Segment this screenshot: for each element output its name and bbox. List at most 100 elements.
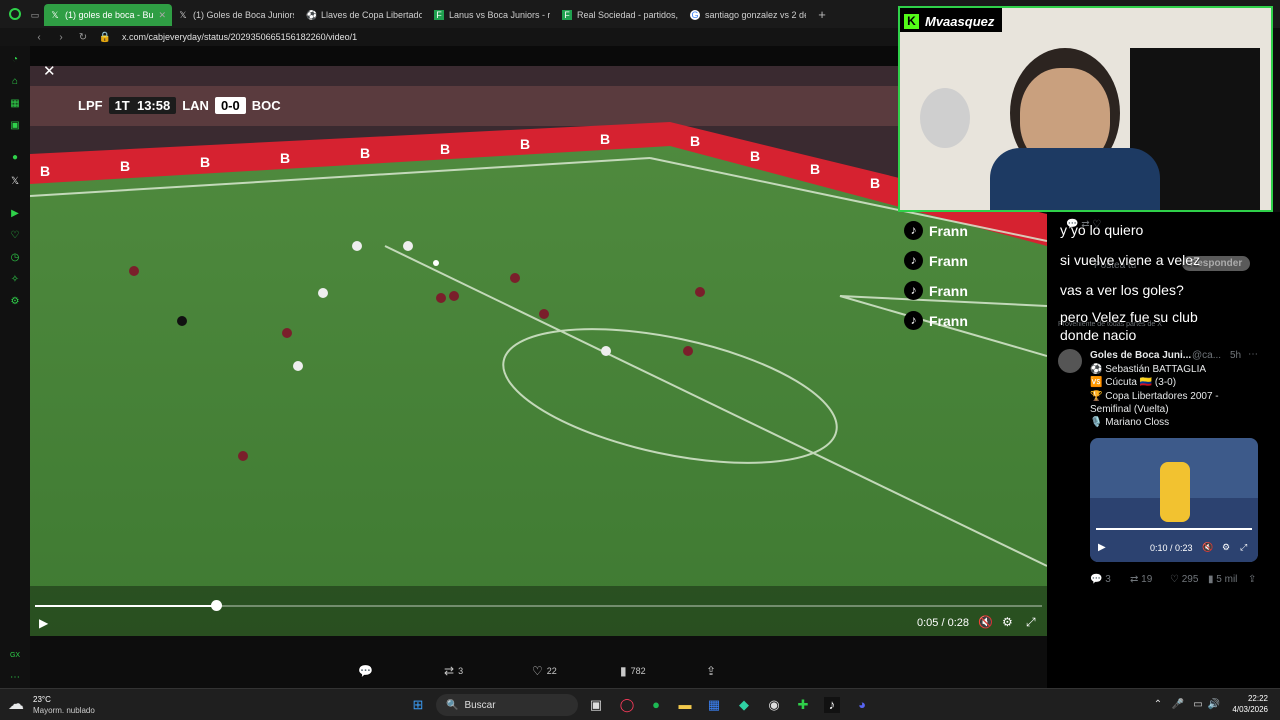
app-icon[interactable]: ◆	[736, 697, 752, 713]
views-button[interactable]: ▮ 782	[620, 664, 646, 678]
gx-corner-icon[interactable]: ⌂	[9, 76, 21, 88]
tweet-author[interactable]: Goles de Boca Juni...	[1090, 350, 1191, 361]
search-icon: 🔍	[446, 699, 459, 711]
progress-handle[interactable]	[211, 600, 223, 611]
chat-message: vas a ver los goles?	[1060, 282, 1184, 298]
tweet-line: 🏆 Copa Libertadores 2007 -	[1090, 391, 1219, 402]
video-player[interactable]: BBBB BBBB BBBB ✕ LPF 1T 13:58 LAN 0-0 BO…	[30, 46, 1047, 636]
svg-text:B: B	[810, 161, 820, 177]
tweet-retweets[interactable]: ⇄ 19	[1130, 574, 1152, 585]
svg-text:B: B	[870, 175, 880, 191]
play-icon[interactable]: ▶	[39, 616, 48, 630]
clock-time[interactable]: 22:22	[1228, 694, 1268, 703]
weather-desc[interactable]: Mayorm. nublado	[33, 706, 95, 715]
avatar[interactable]	[1058, 349, 1082, 373]
tweet-handle: @ca...	[1192, 350, 1222, 361]
pitch-image: B B B B B B B B B B B B	[30, 66, 1047, 636]
share-button[interactable]: ⇪	[706, 664, 716, 678]
opera-gx-taskbar-icon[interactable]: ◯	[619, 697, 635, 713]
tiktok-icon: ♪	[904, 251, 923, 270]
more-icon[interactable]: ⋯	[9, 672, 21, 684]
thumb-mute-icon[interactable]: 🔇	[1202, 542, 1213, 553]
svg-text:B: B	[40, 163, 50, 179]
settings-gear-icon[interactable]: ⚙	[1002, 615, 1013, 629]
tiktok-icon: ♪	[904, 281, 923, 300]
forward-icon[interactable]: ›	[54, 32, 68, 43]
back-icon[interactable]: ‹	[32, 32, 46, 43]
reload-icon[interactable]: ↻	[76, 32, 90, 43]
tiktok-follower: ♪ Frann	[904, 251, 968, 270]
tiktok-icon: ♪	[904, 311, 923, 330]
weather-temp[interactable]: 23°C	[33, 695, 51, 704]
retweet-button[interactable]: ⇄ 3	[444, 664, 463, 678]
tray-chevron-icon[interactable]: ⌃	[1150, 697, 1166, 713]
steam-icon[interactable]: ◉	[766, 697, 782, 713]
thumb-play-icon[interactable]: ▶	[1098, 542, 1106, 553]
url-field[interactable]: x.com/cabjeveryday/status/20293506651561…	[122, 32, 357, 42]
tab-goles-de-boca[interactable]: 𝕏 (1) goles de boca - Buscar ✕	[44, 4, 172, 26]
opera-gx-logo[interactable]	[0, 0, 30, 28]
tab-lanus-vs-boca[interactable]: F Lanus vs Boca Juniors - r	[428, 4, 556, 26]
task-view-icon[interactable]: ▣	[588, 697, 604, 713]
thumb-fullscreen-icon[interactable]: ⤢	[1240, 542, 1247, 553]
new-tab-button[interactable]: +	[812, 7, 832, 22]
webcam-overlay	[898, 6, 1273, 212]
file-explorer-icon[interactable]: ▬	[677, 697, 693, 713]
tab-goles-boca-juniors[interactable]: 𝕏 (1) Goles de Boca Juniors	[172, 4, 300, 26]
heart-icon[interactable]: ♡	[9, 230, 21, 242]
tweet-replies[interactable]: 💬 3	[1090, 574, 1111, 585]
whatsapp-icon[interactable]: ●	[9, 152, 21, 164]
store-icon[interactable]: ▦	[706, 697, 722, 713]
fullscreen-icon[interactable]: ⤢	[1026, 615, 1036, 630]
like-button[interactable]: ♡ 22	[532, 664, 557, 678]
tweet-views[interactable]: ▮ 5 mil	[1208, 574, 1237, 585]
svg-text:B: B	[120, 158, 130, 174]
x-sidebar-icon[interactable]: 𝕏	[9, 176, 21, 188]
tab-llaves-libertadores[interactable]: ⚽ Llaves de Copa Libertador	[300, 4, 428, 26]
tweet-line: Semifinal (Vuelta)	[1090, 404, 1169, 415]
display-icon[interactable]: ▭	[1190, 697, 1206, 713]
google-icon: G	[690, 10, 700, 20]
svg-text:B: B	[520, 136, 530, 152]
thumb-settings-icon[interactable]: ⚙	[1222, 542, 1230, 553]
mute-icon[interactable]: 🔇	[978, 615, 993, 629]
history-icon[interactable]: ◷	[9, 252, 21, 264]
scorebug: LPF 1T 13:58 LAN 0-0 BOC	[78, 96, 281, 114]
away-team: BOC	[251, 97, 281, 113]
cup-icon: ⚽	[306, 10, 318, 20]
start-icon[interactable]: ⊞	[410, 697, 426, 713]
streamer-name: Mvaasquez	[925, 13, 995, 29]
mic-icon[interactable]: 🎤	[1170, 697, 1186, 713]
reply-button[interactable]: 💬	[358, 664, 373, 678]
volume-icon[interactable]: 🔊	[1206, 697, 1222, 713]
tweet-video-thumbnail[interactable]: ▶ 0:10 / 0:23 🔇 ⚙ ⤢	[1090, 438, 1258, 562]
progress-track[interactable]	[35, 600, 1042, 611]
tweet-line: ⚽ Sebastián BATTAGLIA	[1090, 364, 1207, 375]
spotify-icon[interactable]: ●	[648, 697, 664, 713]
extensions-icon[interactable]: ✧	[9, 274, 21, 286]
svg-text:B: B	[600, 131, 610, 147]
tiktok-taskbar-icon[interactable]: ♪	[824, 697, 840, 713]
twitch-icon[interactable]: ▦	[9, 98, 21, 110]
tab-santiago-gonzalez[interactable]: G santiago gonzalez vs 2 de	[684, 4, 812, 26]
tweet-line: 🆚 Cúcuta 🇨🇴 (3-0)	[1090, 377, 1177, 388]
gx-label-icon: GX	[9, 652, 21, 659]
messenger-icon[interactable]: ▣	[9, 120, 21, 132]
close-tab-icon[interactable]: ✕	[158, 10, 166, 21]
tweet-likes[interactable]: ♡ 295	[1170, 574, 1198, 585]
more-options-icon[interactable]: ⋯	[1248, 349, 1258, 360]
tweet-share-icon[interactable]: ⇪	[1248, 574, 1256, 585]
xbox-icon[interactable]: ✚	[795, 697, 811, 713]
weather-icon[interactable]: ☁	[8, 694, 28, 713]
settings-icon[interactable]: ⚙	[9, 296, 21, 308]
discord-icon[interactable]: ◕	[854, 697, 870, 713]
close-video-icon[interactable]: ✕	[43, 62, 56, 80]
player-icon[interactable]: ▶	[9, 208, 21, 220]
gx-control-icon[interactable]: ◔	[9, 54, 21, 66]
match-half: 1T 13:58	[108, 96, 177, 114]
tab-overview-icon[interactable]: ▭	[30, 4, 44, 26]
svg-text:B: B	[750, 148, 760, 164]
taskbar-search[interactable]: 🔍 Buscar	[436, 694, 578, 716]
tab-real-sociedad[interactable]: F Real Sociedad - partidos,	[556, 4, 684, 26]
clock-date[interactable]: 4/03/2026	[1222, 705, 1268, 714]
